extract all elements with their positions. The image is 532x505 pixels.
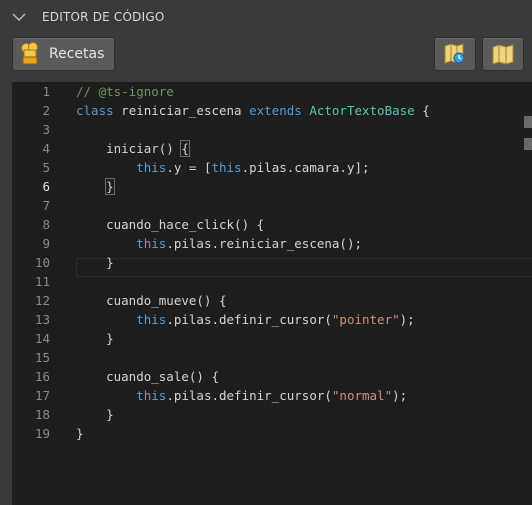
keyword-token: this (136, 312, 167, 327)
code-token: } (76, 255, 114, 270)
line-number: 6 (42, 179, 50, 194)
code-token: cuando_mueve() { (76, 293, 227, 308)
map-button[interactable] (482, 37, 524, 71)
code-token: .pilas.camara.y]; (241, 160, 370, 175)
code-line: this.y = [this.pilas.camara.y]; (76, 158, 370, 177)
base-class-token: ActorTextoBase (309, 103, 415, 118)
code-line: this.pilas.definir_cursor("pointer"); (76, 310, 415, 329)
code-token: } (76, 331, 114, 346)
ruler-mark (524, 116, 532, 128)
chevron-down-icon[interactable] (12, 12, 26, 22)
recetas-button[interactable]: Recetas (12, 37, 115, 71)
string-token: "normal" (331, 388, 393, 403)
line-number: 19 (34, 426, 50, 441)
code-line: cuando_sale() { (76, 367, 219, 386)
line-number: 9 (42, 236, 50, 251)
code-line: this.pilas.reiniciar_escena(); (76, 234, 362, 253)
line-number: 3 (42, 122, 50, 137)
line-number: 14 (34, 331, 50, 346)
line-number: 10 (34, 255, 50, 270)
code-token: .pilas.reiniciar_escena(); (166, 236, 362, 251)
line-number: 8 (42, 217, 50, 232)
code-area[interactable]: // @ts-ignore class reiniciar_escena ext… (76, 82, 532, 505)
code-line: } (76, 177, 115, 196)
code-token: ); (399, 312, 415, 327)
code-line: } (76, 253, 114, 272)
keyword-token: this (211, 160, 242, 175)
code-line: cuando_mueve() { (76, 291, 227, 310)
line-number: 11 (34, 274, 50, 289)
code-line: // @ts-ignore (76, 82, 174, 101)
code-line: } (76, 329, 114, 348)
code-line: class reiniciar_escena extends ActorText… (76, 101, 430, 120)
code-token: } (76, 407, 114, 422)
code-line: iniciar() { (76, 139, 190, 158)
line-number: 16 (34, 369, 50, 384)
line-number: 7 (42, 198, 50, 213)
code-editor[interactable]: 1 2 3 4 5 6 7 8 9 10 11 12 13 14 15 16 17 18 19 // @ts-ign… (12, 82, 532, 505)
editor-toolbar: Recetas (0, 34, 532, 80)
line-number: 2 (42, 103, 50, 118)
brace-token: { (414, 103, 430, 118)
code-line: this.pilas.definir_cursor("normal"); (76, 386, 407, 405)
line-number: 12 (34, 293, 50, 308)
code-line: cuando_hace_click() { (76, 215, 264, 234)
code-token: cuando_hace_click() { (76, 217, 265, 232)
panel-header[interactable]: EDITOR DE CÓDIGO (0, 0, 532, 34)
line-number: 17 (34, 388, 50, 403)
code-token: ); (392, 388, 408, 403)
matched-brace: { (180, 140, 190, 157)
matched-brace: } (105, 178, 115, 195)
map-timer-icon (444, 43, 465, 64)
code-token: .y = [ (166, 160, 212, 175)
line-number: 13 (34, 312, 50, 327)
code-token: } (76, 426, 84, 441)
class-name-token: reiniciar_escena (113, 103, 250, 118)
keyword-token: class (76, 103, 114, 118)
method-token: iniciar() (76, 141, 182, 156)
chef-hat-icon (21, 42, 38, 65)
keyword-token: this (136, 388, 167, 403)
map-timer-button[interactable] (434, 37, 476, 71)
line-number: 1 (42, 84, 50, 99)
line-number: 4 (42, 141, 50, 156)
keyword-token: this (136, 160, 167, 175)
code-token: .pilas.definir_cursor( (166, 312, 332, 327)
comment-token: // @ts-ignore (76, 84, 174, 99)
map-icon (492, 44, 514, 65)
line-number: 15 (34, 350, 50, 365)
string-token: "pointer" (331, 312, 400, 327)
line-number-gutter: 1 2 3 4 5 6 7 8 9 10 11 12 13 14 15 16 17 18 19 (12, 82, 64, 505)
ruler-mark (524, 138, 532, 150)
keyword-token: extends (249, 103, 302, 118)
line-number: 5 (42, 160, 50, 175)
code-line: } (76, 405, 114, 424)
keyword-token: this (136, 236, 167, 251)
recetas-label: Recetas (49, 46, 105, 62)
panel-title: EDITOR DE CÓDIGO (42, 10, 165, 24)
code-token: .pilas.definir_cursor( (166, 388, 332, 403)
line-number: 18 (34, 407, 50, 422)
code-token: cuando_sale() { (76, 369, 219, 384)
code-line: } (76, 424, 84, 443)
